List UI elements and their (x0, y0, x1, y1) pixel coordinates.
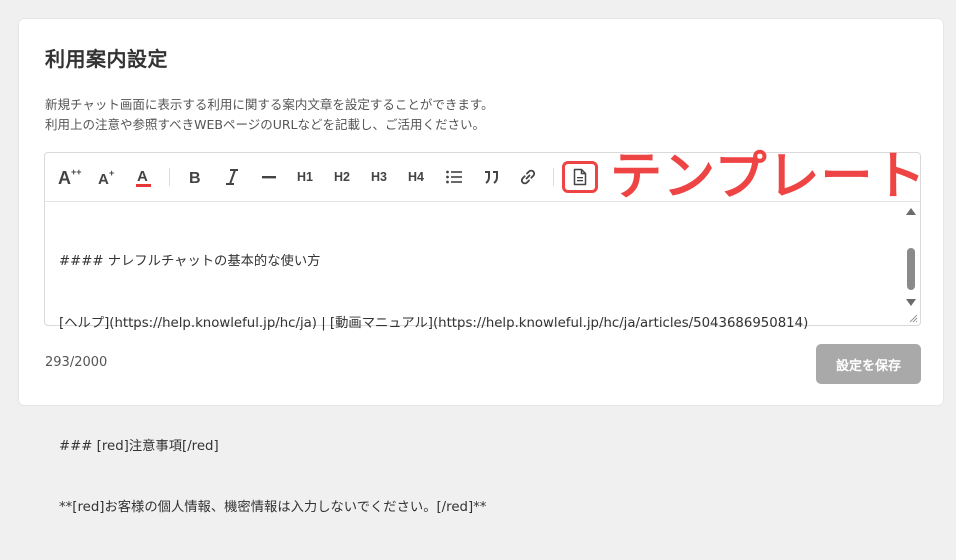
description-line-2: 利用上の注意や参照すべきWEBページのURLなどを記載し、ご活用ください。 (45, 117, 486, 132)
character-counter: 293/2000 (45, 355, 108, 370)
heading-4-label: H4 (408, 170, 424, 184)
heading-2-button[interactable]: H2 (328, 164, 356, 190)
editor-line: #### ナレフルチャットの基本的な使い方 (59, 254, 321, 269)
svg-text:A: A (137, 168, 148, 185)
italic-icon (226, 169, 238, 185)
bullet-list-button[interactable] (440, 164, 468, 190)
quote-button[interactable] (477, 164, 505, 190)
link-button[interactable] (514, 164, 542, 190)
editor-scrollbar[interactable] (904, 202, 918, 323)
description-line-1: 新規チャット画面に表示する利用に関する案内文章を設定することができます。 (45, 97, 494, 112)
template-highlight-box (562, 161, 598, 193)
save-settings-button[interactable]: 設定を保存 (816, 344, 921, 384)
description: 新規チャット画面に表示する利用に関する案内文章を設定することができます。 利用上… (45, 95, 494, 135)
heading-1-label: H1 (297, 170, 313, 184)
scrollbar-thumb[interactable] (907, 248, 915, 290)
svg-text:++: ++ (71, 167, 82, 177)
quote-icon (485, 171, 498, 184)
toolbar-divider (169, 168, 170, 186)
toolbar-divider (553, 168, 554, 186)
editor-line: [ヘルプ](https://help.knowleful.jp/hc/ja) |… (59, 315, 809, 331)
resize-handle-icon[interactable] (908, 313, 918, 323)
svg-text:B: B (189, 170, 201, 186)
text-color-icon: A (136, 168, 151, 187)
editor-line: **[red]お客様の個人情報、機密情報は入力しないでください。[/red]** (59, 500, 487, 515)
bold-icon: B (189, 170, 201, 186)
horizontal-rule-icon (262, 176, 276, 179)
font-size-large-icon: A + (98, 168, 114, 187)
template-annotation-label: テンプレート (610, 147, 927, 207)
editor-line: ### [red]注意事項[/red] (59, 438, 219, 454)
heading-2-label: H2 (334, 170, 350, 184)
italic-button[interactable] (218, 164, 246, 190)
text-color-button[interactable]: A (130, 164, 158, 190)
scroll-down-icon[interactable] (906, 299, 916, 306)
scroll-up-icon[interactable] (906, 208, 916, 215)
svg-text:+: + (109, 168, 114, 178)
heading-3-label: H3 (371, 170, 387, 184)
heading-3-button[interactable]: H3 (365, 164, 393, 190)
font-size-large-button[interactable]: A + (93, 164, 121, 190)
font-size-larger-button[interactable]: A ++ (57, 164, 85, 190)
svg-text:A: A (58, 168, 71, 187)
svg-text:A: A (98, 171, 109, 187)
heading-4-button[interactable]: H4 (402, 164, 430, 190)
bullet-list-icon (446, 170, 462, 184)
link-icon (520, 169, 536, 185)
bold-button[interactable]: B (181, 164, 209, 190)
editor-content[interactable]: #### ナレフルチャットの基本的な使い方 [ヘルプ](https://help… (59, 211, 898, 560)
horizontal-rule-button[interactable] (255, 164, 283, 190)
page-title: 利用案内設定 (45, 47, 168, 71)
font-size-larger-icon: A ++ (58, 167, 82, 187)
usage-guide-settings-card: 利用案内設定 新規チャット画面に表示する利用に関する案内文章を設定することができ… (18, 18, 944, 515)
heading-1-button[interactable]: H1 (291, 164, 319, 190)
